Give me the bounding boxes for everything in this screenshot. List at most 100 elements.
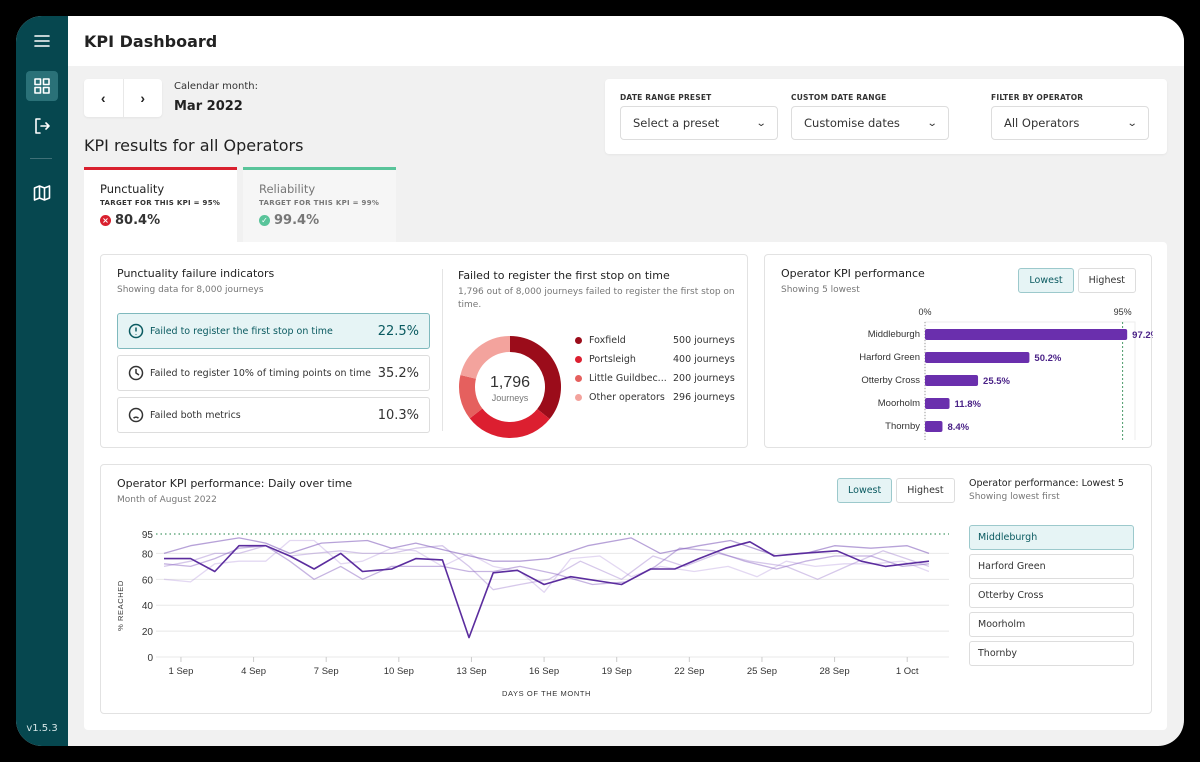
tab-value-text: 99.4% bbox=[274, 213, 320, 228]
legend-count: 296 journeys bbox=[673, 392, 735, 403]
donut-segment bbox=[459, 374, 483, 419]
check-icon: ✓ bbox=[259, 215, 270, 226]
filter-label: FILTER BY OPERATOR bbox=[991, 93, 1084, 102]
sidebar-item-logout[interactable] bbox=[26, 111, 58, 141]
indicator-label: Failed to register the first stop on tim… bbox=[150, 325, 333, 337]
donut-legend: Foxfield 500 journeys Portsleigh 400 jou… bbox=[575, 331, 735, 407]
y-tick-label: 95 bbox=[142, 530, 154, 541]
donut-title: Failed to register the first stop on tim… bbox=[458, 269, 670, 282]
highest-button[interactable]: Highest bbox=[1077, 268, 1136, 293]
donut-center-label: Journeys bbox=[492, 393, 529, 403]
legend-count: 400 journeys bbox=[673, 354, 735, 365]
x-tick-label: 22 Sep bbox=[674, 666, 704, 677]
axis-label-zero: 0% bbox=[918, 307, 931, 317]
bar bbox=[925, 329, 1128, 340]
date-range-preset-select[interactable]: Select a preset ⌄ bbox=[620, 106, 778, 140]
logout-icon bbox=[35, 118, 50, 134]
operator-kpi-card: Operator KPI performance Showing 5 lowes… bbox=[764, 254, 1153, 448]
x-tick-label: 7 Sep bbox=[314, 666, 339, 677]
x-tick-label: 4 Sep bbox=[241, 666, 266, 677]
page-title: KPI Dashboard bbox=[84, 31, 218, 51]
x-tick-label: 16 Sep bbox=[529, 666, 559, 677]
legend-label: Little Guildbec... bbox=[589, 373, 667, 384]
legend-count: 200 journeys bbox=[673, 373, 735, 384]
donut-chart: 1,796 Journeys bbox=[459, 336, 561, 438]
x-tick-label: 28 Sep bbox=[820, 666, 850, 677]
operator-list-item[interactable]: Otterby Cross bbox=[969, 583, 1134, 608]
bar-category-label: Thornby bbox=[885, 421, 920, 432]
bar-value-label: 11.8% bbox=[955, 399, 982, 410]
app-window: v1.5.3 KPI Dashboard ‹ › Calendar month:… bbox=[16, 16, 1184, 746]
tab-target: TARGET FOR THIS KPI = 99% bbox=[259, 199, 380, 207]
tab-value: × 80.4% bbox=[100, 213, 221, 228]
bar bbox=[925, 375, 979, 386]
bar bbox=[925, 352, 1030, 363]
legend-item: Other operators 296 journeys bbox=[575, 388, 735, 407]
select-value: All Operators bbox=[1004, 116, 1080, 130]
tab-reliability[interactable]: Reliability TARGET FOR THIS KPI = 99% ✓ … bbox=[243, 167, 396, 242]
operator-select[interactable]: All Operators ⌄ bbox=[991, 106, 1149, 140]
previous-month-button[interactable]: ‹ bbox=[84, 79, 123, 117]
clock-icon bbox=[128, 365, 144, 381]
tab-name: Punctuality bbox=[100, 182, 165, 196]
indicator-item[interactable]: Failed to register the first stop on tim… bbox=[117, 313, 430, 349]
legend-item: Portsleigh 400 journeys bbox=[575, 350, 735, 369]
custom-date-range-filter: CUSTOM DATE RANGE Customise dates ⌄ bbox=[791, 93, 949, 140]
menu-button[interactable] bbox=[26, 26, 58, 56]
x-tick-label: 1 Sep bbox=[169, 666, 194, 677]
bar-category-label: Moorholm bbox=[878, 398, 920, 409]
indicator-label: Failed to register 10% of timing points … bbox=[150, 367, 371, 379]
legend-label: Foxfield bbox=[589, 335, 626, 346]
indicator-value: 22.5% bbox=[377, 323, 419, 339]
indicator-item[interactable]: Failed both metrics 10.3% bbox=[117, 397, 430, 433]
map-icon bbox=[33, 185, 51, 201]
indicators-title: Punctuality failure indicators bbox=[117, 267, 275, 280]
legend-swatch bbox=[575, 375, 582, 382]
tab-punctuality[interactable]: Punctuality TARGET FOR THIS KPI = 95% × … bbox=[84, 167, 237, 242]
indicator-label: Failed both metrics bbox=[150, 409, 241, 421]
legend-swatch bbox=[575, 337, 582, 344]
tab-name: Reliability bbox=[259, 182, 316, 196]
chevron-down-icon: ⌄ bbox=[926, 117, 938, 129]
dashboard-grid-icon bbox=[34, 78, 50, 94]
donut-section: Failed to register the first stop on tim… bbox=[458, 269, 743, 312]
operator-bars-title: Operator KPI performance bbox=[781, 267, 925, 280]
tab-target: TARGET FOR THIS KPI = 95% bbox=[100, 199, 221, 207]
y-tick-label: 60 bbox=[142, 575, 154, 586]
bar bbox=[925, 421, 943, 432]
kpi-results-heading: KPI results for all Operators bbox=[84, 136, 304, 155]
legend-label: Other operators bbox=[589, 392, 665, 403]
donut-subtitle: 1,796 out of 8,000 journeys failed to re… bbox=[458, 287, 735, 311]
y-tick-label: 80 bbox=[142, 549, 154, 560]
operator-list-item[interactable]: Middleburgh bbox=[969, 525, 1134, 550]
fail-x-icon: × bbox=[100, 215, 111, 226]
legend-item: Foxfield 500 journeys bbox=[575, 331, 735, 350]
bar bbox=[925, 398, 950, 409]
filters-panel: DATE RANGE PRESET Select a preset ⌄ CUST… bbox=[605, 79, 1167, 154]
operator-list-item[interactable]: Harford Green bbox=[969, 554, 1134, 579]
bar-category-label: Otterby Cross bbox=[861, 375, 920, 386]
y-tick-label: 20 bbox=[142, 627, 154, 638]
lowest-button[interactable]: Lowest bbox=[1018, 268, 1074, 293]
donut-segment bbox=[469, 408, 550, 438]
next-month-button[interactable]: › bbox=[122, 79, 163, 117]
daily-performance-card: Operator KPI performance: Daily over tim… bbox=[100, 464, 1152, 714]
indicator-item[interactable]: Failed to register 10% of timing points … bbox=[117, 355, 430, 391]
donut-segment bbox=[460, 336, 511, 380]
month-navigator: ‹ › bbox=[84, 79, 162, 117]
legend-swatch bbox=[575, 356, 582, 363]
custom-date-range-select[interactable]: Customise dates ⌄ bbox=[791, 106, 949, 140]
indicator-value: 35.2% bbox=[377, 365, 419, 381]
sidebar-item-map[interactable] bbox=[26, 178, 58, 208]
operator-list-item[interactable]: Moorholm bbox=[969, 612, 1134, 637]
filter-label: CUSTOM DATE RANGE bbox=[791, 93, 887, 102]
kpi-panel: Punctuality failure indicators Showing d… bbox=[84, 242, 1167, 730]
top-bar: KPI Dashboard bbox=[68, 16, 1184, 66]
sidebar-item-dashboard[interactable] bbox=[26, 71, 58, 101]
operator-filter: FILTER BY OPERATOR All Operators ⌄ bbox=[991, 93, 1149, 140]
sad-face-icon bbox=[128, 407, 144, 423]
filter-label: DATE RANGE PRESET bbox=[620, 93, 712, 102]
bar-category-label: Middleburgh bbox=[868, 329, 920, 340]
operator-list-item[interactable]: Thornby bbox=[969, 641, 1134, 666]
sidebar: v1.5.3 bbox=[16, 16, 68, 746]
